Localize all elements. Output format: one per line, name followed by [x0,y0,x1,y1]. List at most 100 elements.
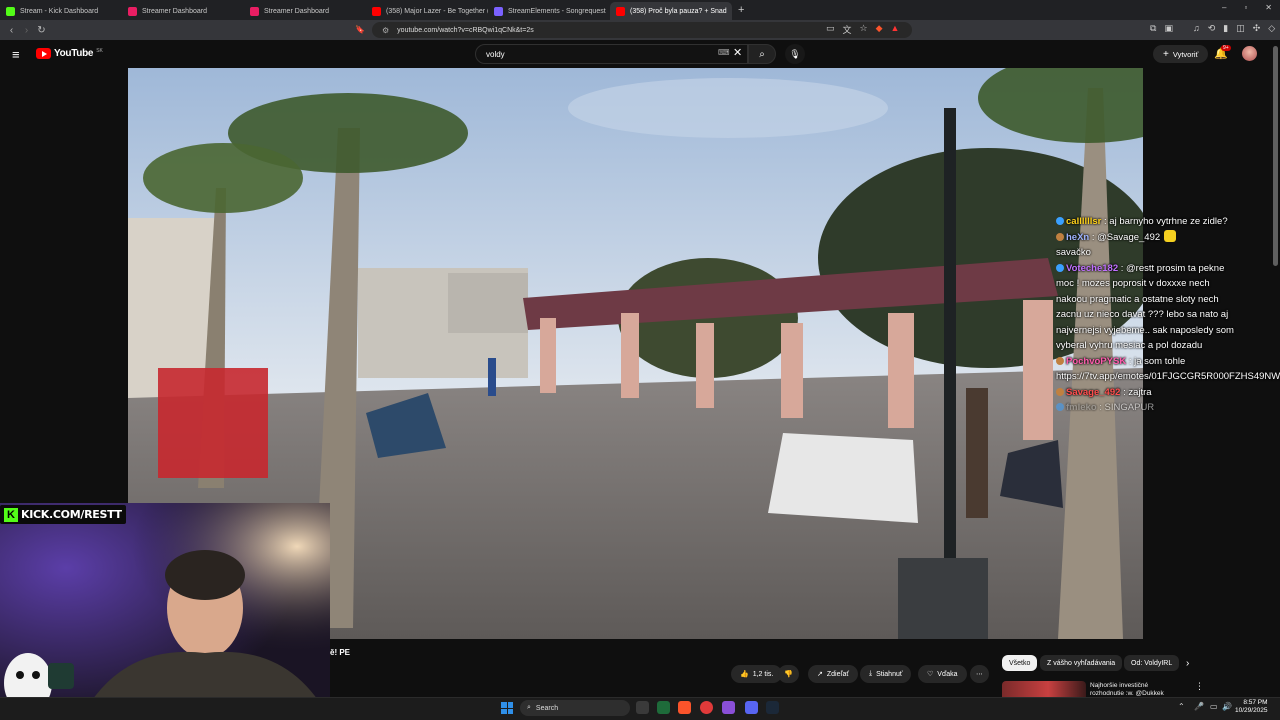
youtube-wordmark: YouTube [54,48,94,59]
filter-chip[interactable]: Od: VoldyIRL [1124,655,1180,671]
tab-title: StreamElements - Songrequest [508,7,606,15]
chat-message: PochvoPYSK : ja som tohle https://7tv.ap… [1056,354,1280,385]
chat-message: fmleko : SINGAPUR [1056,400,1236,416]
search-input[interactable]: voldy [475,44,748,64]
taskbar-search-icon: ⌕ [527,704,531,711]
share-label: Zdieľať [826,670,850,678]
reload-icon[interactable]: ↻ [34,25,49,36]
chat-username: heXn [1066,231,1090,243]
task-view-icon[interactable] [636,701,649,714]
steam-app-icon[interactable] [766,701,779,714]
kick-logo-icon: K [4,507,18,522]
recommended-thumbnail[interactable] [1002,681,1086,697]
new-tab-button[interactable]: + [738,4,744,16]
music-icon[interactable]: ♫ [1193,23,1200,34]
search-query: voldy [486,49,505,59]
tab-favicon-icon [250,6,259,16]
plus-icon: + [1163,48,1169,60]
more-actions-button[interactable]: ⋯ [970,665,989,683]
filter-chip[interactable]: Z vášho vyhľadávania [1040,655,1123,671]
create-label: Vytvoriť [1172,49,1199,59]
notification-badge: 9+ [1221,45,1231,51]
tab-title: (358) Proč byla pauza? + Snad [630,7,727,15]
back-icon[interactable]: ‹ [4,25,19,36]
voice-search-button[interactable]: 🎙 [785,44,805,64]
tray-volume-icon[interactable]: 🔊 [1222,702,1232,711]
sidebar-icon[interactable]: ▮ [1223,23,1228,34]
dislike-button[interactable]: 👎 [778,665,799,683]
hamburger-menu-icon[interactable]: ≡ [12,47,20,62]
recommended-title[interactable]: Najhoršie investičné rozhodnutie :w. @Du… [1090,682,1180,697]
thanks-icon: ♡ [927,671,934,678]
recommended-more-icon[interactable]: ⋮ [1195,681,1204,692]
user-avatar[interactable] [1242,46,1257,61]
chat-text-continued: savačko [1056,247,1091,258]
thanks-button[interactable]: ♡ Vďaka [918,665,967,683]
create-button[interactable]: + Vytvoriť [1153,45,1209,63]
cast-icon[interactable]: ▭ [826,23,835,36]
star-icon[interactable]: ☆ [860,23,868,36]
translate-icon[interactable]: 文 [843,23,852,36]
brave-app-icon[interactable] [678,701,691,714]
search-button[interactable]: ⌕ [748,44,776,64]
tray-mic-icon[interactable]: 🎤 [1194,702,1204,711]
browser-tab-bar: Stream - Kick Dashboard Streamer Dashboar… [0,0,1280,20]
youtube-logo[interactable]: YouTube SK [36,48,103,59]
chat-username: fmleko [1066,402,1097,413]
screenshot-icon[interactable]: ▣ [1164,23,1173,34]
stream-chat-overlay: callllllsr : aj barnyho vytrhne ze zidle… [1056,214,1280,416]
chat-message: heXn : @Savage_492 savačko [1056,229,1236,261]
browser-tab[interactable]: Streamer Dashboard [244,2,366,20]
chat-username: callllllsr [1066,216,1102,227]
chat-text: : @restt prosim ta pekne moc ! mozes pop… [1056,262,1234,352]
close-window-icon[interactable]: ✕ [1265,3,1272,12]
browser-tab[interactable]: (358) Proč byla pauza? + Snad✕ [610,2,732,20]
page-scrollbar[interactable] [1273,46,1278,266]
tab-favicon-icon [616,6,625,16]
taskbar-clock[interactable]: 8:57 PM 10/29/2025 [1235,699,1268,715]
wallet-icon[interactable]: ◇ [1268,23,1275,34]
taskbar-search-label: Search [535,704,559,712]
youtube-play-icon [36,48,51,59]
share-button[interactable]: ↗ Zdieľať [808,665,859,683]
chevron-right-icon[interactable]: › [1186,658,1189,669]
share-icon: ↗ [817,671,823,678]
browser-tab[interactable]: Stream - Kick Dashboard [0,2,122,20]
app-icon-red[interactable] [700,701,713,714]
history-icon[interactable]: ⟲ [1208,23,1216,34]
tab-search-icon[interactable]: ◫ [1236,23,1245,34]
browser-tab[interactable]: (358) Major Lazer - Be Together (feat [366,2,488,20]
like-count: 1,2 tis. [752,670,774,678]
chat-badge-icon [1056,356,1064,365]
windows-start-icon[interactable] [501,702,513,714]
url-text: youtube.com/watch?v=cRBQwi1qCNk&t=2s [397,26,534,34]
browser-tab[interactable]: Streamer Dashboard [122,2,244,20]
chat-text: : SINGAPUR [1099,402,1155,413]
maximize-icon[interactable]: ▫ [1244,3,1247,12]
microphone-icon: 🎙 [789,48,801,59]
download-button[interactable]: ⤓ Stiahnuť [860,665,912,683]
discord-app-icon[interactable] [745,701,758,714]
tray-network-icon[interactable]: ▭ [1210,702,1218,711]
excel-app-icon[interactable] [657,701,670,714]
tray-chevron-icon[interactable]: ⌃ [1178,702,1185,711]
browser-tab[interactable]: StreamElements - Songrequest [488,2,610,20]
site-info-icon[interactable]: ⚙ [382,26,389,35]
clear-search-icon[interactable]: ✕ [733,46,742,59]
rewards-icon[interactable]: ▲ [891,23,900,36]
like-button[interactable]: 👍 1,2 tis. [731,665,783,683]
brave-shield-icon[interactable]: ◆ [876,23,883,36]
forward-icon[interactable]: › [19,25,34,36]
minimize-icon[interactable]: – [1222,3,1226,12]
chat-badge-icon [1056,217,1064,225]
taskbar-search[interactable]: ⌕ Search [520,700,630,716]
tab-title: (358) Major Lazer - Be Together (feat [386,7,488,15]
tab-favicon-icon [128,6,137,16]
youtube-header: ≡ YouTube SK voldy ⌨ ✕ ⌕ 🎙 + Vytvoriť 🔔 … [0,40,1280,68]
twitch-app-icon[interactable] [722,701,735,714]
keyboard-icon[interactable]: ⌨ [718,48,730,57]
filter-chip[interactable]: Všetko [1002,655,1038,671]
extension-icon[interactable]: ⧉ [1150,23,1156,34]
bookmark-icon[interactable]: 🔖 [355,25,365,34]
extensions-puzzle-icon[interactable]: ✣ [1253,23,1261,34]
